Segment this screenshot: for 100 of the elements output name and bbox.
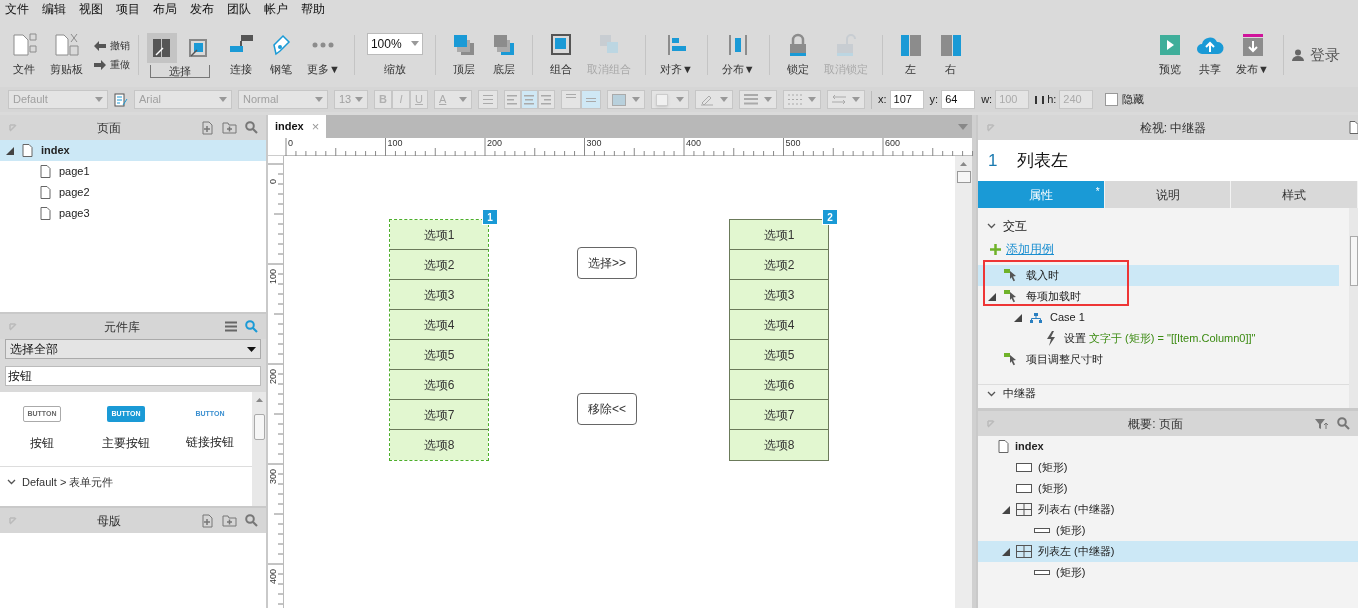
login-button[interactable]: 登录 bbox=[1292, 43, 1340, 67]
search-icon[interactable] bbox=[245, 514, 258, 527]
list-item[interactable]: 选项3 bbox=[730, 280, 828, 310]
undock-icon[interactable] bbox=[8, 321, 18, 332]
undo-button[interactable]: 撤销 bbox=[93, 38, 130, 53]
list-item[interactable]: 选项8 bbox=[390, 430, 488, 460]
menu-item[interactable]: 帐户 bbox=[264, 0, 288, 18]
list-item[interactable]: 选项1 bbox=[730, 220, 828, 250]
event-item[interactable]: 载入时 bbox=[978, 265, 1339, 286]
menu-item[interactable]: 帮助 bbox=[301, 0, 325, 18]
toolbar-button[interactable]: 发布▼ bbox=[1230, 32, 1275, 78]
geometry-field[interactable]: 107 bbox=[889, 90, 924, 109]
toolbar-button[interactable]: 更多▼ bbox=[301, 32, 346, 78]
widget-name-field[interactable]: 列表左 bbox=[1017, 147, 1069, 174]
scroll-up-icon[interactable] bbox=[960, 162, 967, 166]
case-item[interactable]: Case 1 bbox=[978, 307, 1339, 328]
add-folder-icon[interactable] bbox=[222, 514, 237, 527]
section-title[interactable]: 交互 bbox=[1003, 217, 1027, 235]
undock-icon[interactable] bbox=[8, 122, 18, 133]
filter-icon[interactable] bbox=[1315, 417, 1329, 430]
action-item[interactable]: 设置 文字于 (矩形) = "[[Item.Column0]]" bbox=[978, 328, 1339, 349]
line-color-dropdown[interactable] bbox=[695, 90, 733, 109]
toolbar-button[interactable]: 左 bbox=[890, 32, 931, 78]
list-item[interactable]: 选项3 bbox=[390, 280, 488, 310]
zoom-dropdown[interactable]: 100% bbox=[366, 32, 423, 55]
list-item[interactable]: 选项5 bbox=[390, 340, 488, 370]
scroll-thumb[interactable] bbox=[1349, 236, 1358, 286]
toolbar-button[interactable]: 钢笔 bbox=[261, 32, 301, 78]
toolbar-button[interactable]: 组合 bbox=[540, 32, 581, 78]
toolbar-button[interactable]: 文件 bbox=[4, 32, 44, 78]
caret-icon[interactable] bbox=[958, 124, 968, 130]
chevron-down-icon[interactable] bbox=[987, 390, 996, 397]
add-page-icon[interactable] bbox=[200, 513, 214, 528]
scrollbar[interactable] bbox=[252, 392, 266, 506]
toolbar-button[interactable]: 共享 bbox=[1190, 32, 1231, 78]
menu-item[interactable]: 发布 bbox=[190, 0, 214, 18]
valign-button[interactable] bbox=[561, 90, 581, 109]
toolbar-button[interactable]: 锁定 bbox=[777, 32, 818, 78]
scrollbar[interactable] bbox=[955, 156, 972, 608]
outline-item[interactable]: 列表右 (中继器) bbox=[978, 499, 1358, 520]
list-item[interactable]: 选项4 bbox=[730, 310, 828, 340]
align-button[interactable] bbox=[538, 90, 555, 109]
chevron-down-icon[interactable] bbox=[987, 223, 996, 229]
list-item[interactable]: 选项7 bbox=[390, 400, 488, 430]
fill-color-dropdown[interactable] bbox=[607, 90, 645, 109]
bullet-list-icon[interactable] bbox=[478, 90, 498, 109]
event-item[interactable]: 项目调整尺寸时 bbox=[978, 349, 1339, 370]
list-item[interactable]: 选项7 bbox=[730, 400, 828, 430]
select-mode-button[interactable] bbox=[147, 32, 177, 63]
outline-item[interactable]: (矩形) bbox=[978, 520, 1358, 541]
expand-icon[interactable] bbox=[1014, 313, 1022, 322]
section-title[interactable]: Default > 表单元件 bbox=[22, 473, 114, 491]
canvas-button[interactable]: 选择>> bbox=[577, 247, 637, 279]
canvas-button[interactable]: 移除<< bbox=[577, 393, 637, 425]
inspector-tab[interactable]: 说明 bbox=[1104, 181, 1232, 208]
document-tab[interactable]: index × bbox=[268, 115, 327, 138]
align-button[interactable] bbox=[521, 90, 538, 109]
list-item[interactable]: 选项6 bbox=[730, 370, 828, 400]
outline-item[interactable]: 列表左 (中继器) bbox=[978, 541, 1358, 562]
page-tree-item[interactable]: page1 bbox=[0, 161, 266, 182]
page-tree-item[interactable]: page3 bbox=[0, 203, 266, 224]
scroll-up-icon[interactable] bbox=[255, 398, 263, 402]
list-item[interactable]: 选项2 bbox=[730, 250, 828, 280]
menu-item[interactable]: 团队 bbox=[227, 0, 251, 18]
menu-item[interactable]: 项目 bbox=[116, 0, 140, 18]
toolbar-button[interactable]: 连接 bbox=[221, 32, 261, 78]
expand-icon[interactable] bbox=[6, 146, 14, 155]
toolbar-button[interactable]: 预览 bbox=[1150, 32, 1191, 78]
search-icon[interactable] bbox=[1337, 417, 1350, 430]
search-field[interactable]: 按钮 bbox=[5, 366, 261, 386]
outline-item[interactable]: index bbox=[978, 436, 1358, 457]
repeater-list[interactable]: 选项1 选项2 选项3 选项4 选项5 选项6 选项7 选项8 bbox=[389, 219, 489, 461]
toolbar-button[interactable]: 顶层 bbox=[443, 32, 484, 78]
scroll-thumb[interactable] bbox=[956, 171, 971, 183]
valign-button[interactable] bbox=[581, 90, 601, 109]
line-pattern-dropdown[interactable] bbox=[783, 90, 821, 109]
menu-item[interactable]: 布局 bbox=[153, 0, 177, 18]
lock-ratio-icon[interactable] bbox=[1035, 95, 1045, 104]
list-item[interactable]: 选项6 bbox=[390, 370, 488, 400]
undock-icon[interactable] bbox=[986, 418, 996, 429]
add-folder-icon[interactable] bbox=[222, 121, 237, 134]
search-icon[interactable] bbox=[245, 121, 258, 134]
event-item[interactable]: 每项加载时 bbox=[978, 286, 1339, 307]
scrollbar[interactable] bbox=[1349, 208, 1358, 408]
expand-icon[interactable] bbox=[1002, 505, 1010, 514]
menu-item[interactable]: 编辑 bbox=[42, 0, 66, 18]
toolbar-button[interactable]: 分布▼ bbox=[715, 32, 761, 78]
toolbar-button[interactable]: 对齐▼ bbox=[653, 32, 699, 78]
toolbar-button[interactable]: 剪贴板 bbox=[44, 32, 89, 78]
expand-icon[interactable] bbox=[1002, 547, 1010, 556]
outline-item[interactable]: (矩形) bbox=[978, 457, 1358, 478]
hidden-checkbox[interactable] bbox=[1105, 93, 1119, 106]
shadow-dropdown[interactable] bbox=[651, 90, 689, 109]
list-item[interactable]: 选项4 bbox=[390, 310, 488, 340]
undock-icon[interactable] bbox=[986, 122, 996, 133]
inspector-tab[interactable]: 样式 bbox=[1231, 181, 1358, 208]
undock-icon[interactable] bbox=[8, 515, 18, 526]
align-button[interactable] bbox=[504, 90, 521, 109]
add-page-icon[interactable] bbox=[200, 120, 214, 135]
library-dropdown[interactable]: 选择全部 bbox=[5, 339, 261, 359]
